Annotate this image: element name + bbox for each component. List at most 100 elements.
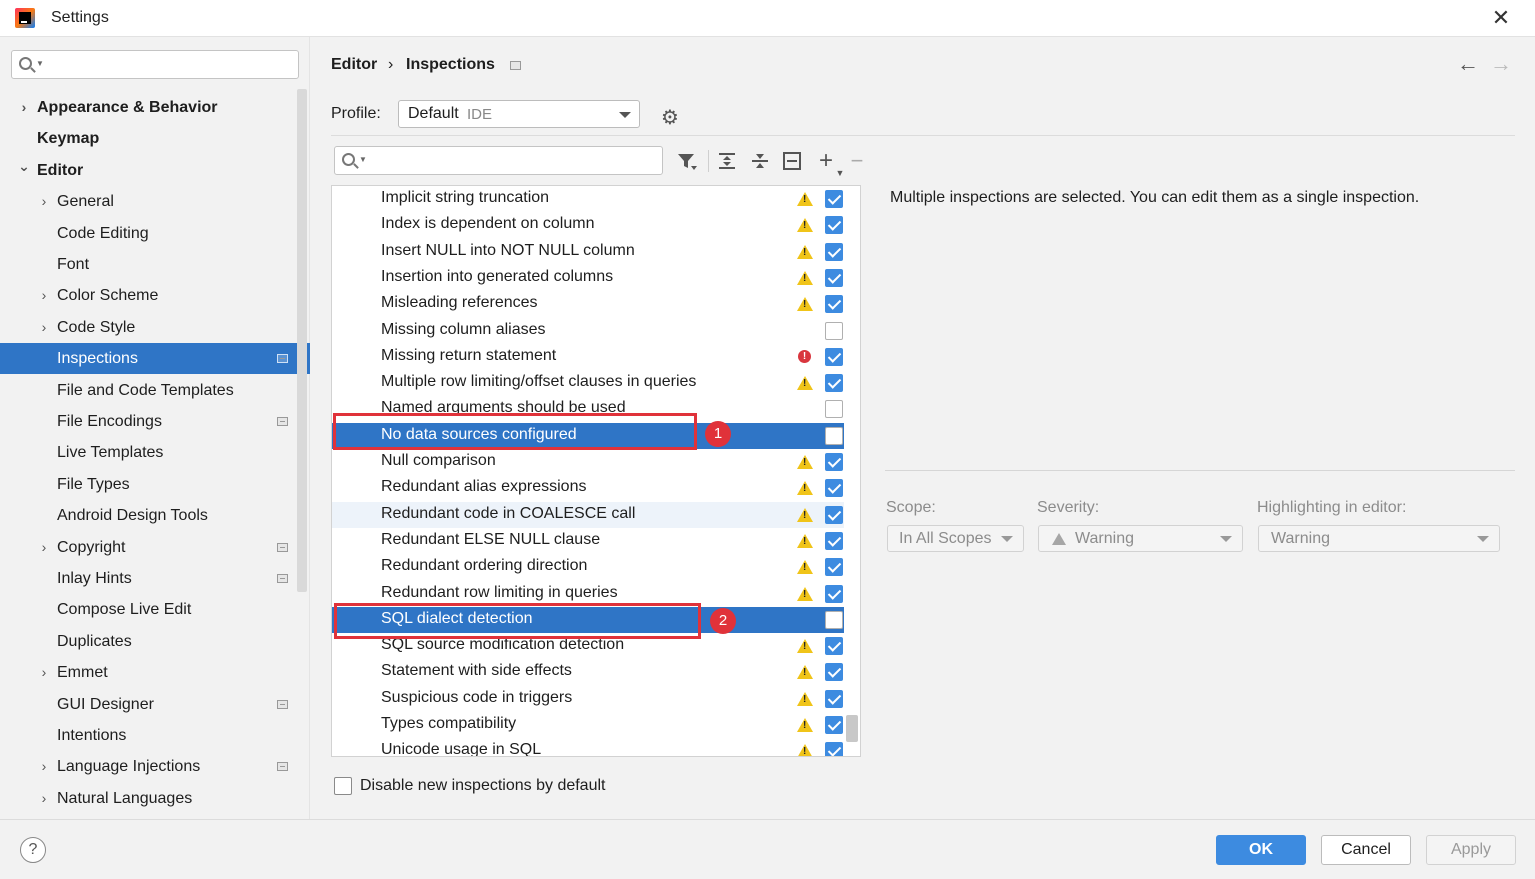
sidebar-item-appearance-behavior[interactable]: › Appearance & Behavior bbox=[0, 92, 310, 123]
cancel-button[interactable]: Cancel bbox=[1321, 835, 1411, 865]
sidebar-item-file-types[interactable]: File Types bbox=[0, 469, 310, 500]
inspection-row[interactable]: Index is dependent on column bbox=[332, 212, 844, 238]
breadcrumb-editor[interactable]: Editor bbox=[331, 56, 377, 74]
inspection-enabled-checkbox[interactable] bbox=[825, 347, 843, 366]
search-history-caret-icon[interactable]: ▼ bbox=[36, 59, 44, 68]
sidebar-item-code-editing[interactable]: Code Editing bbox=[0, 218, 310, 249]
sidebar-item-general[interactable]: › General bbox=[0, 186, 310, 217]
inspection-enabled-checkbox[interactable] bbox=[825, 531, 843, 550]
inspection-enabled-checkbox[interactable] bbox=[825, 268, 843, 287]
sidebar-item-emmet[interactable]: › Emmet bbox=[0, 657, 310, 688]
profile-dropdown[interactable]: Default IDE bbox=[398, 100, 640, 128]
filter-icon[interactable] bbox=[676, 150, 698, 172]
highlighting-dropdown[interactable]: Warning bbox=[1258, 525, 1500, 552]
chevron-right-icon[interactable]: › bbox=[38, 532, 50, 563]
severity-dropdown[interactable]: Warning bbox=[1038, 525, 1243, 552]
inspection-enabled-checkbox[interactable] bbox=[825, 190, 843, 208]
inspection-search-input[interactable]: ▼ bbox=[334, 146, 663, 175]
chevron-down-icon[interactable]: ⌄ bbox=[18, 151, 30, 182]
close-icon[interactable]: ✕ bbox=[1489, 6, 1513, 30]
apply-button[interactable]: Apply bbox=[1426, 835, 1516, 865]
chevron-right-icon[interactable]: › bbox=[38, 783, 50, 814]
warning-icon bbox=[797, 376, 813, 391]
chevron-right-icon[interactable]: › bbox=[38, 751, 50, 782]
inspection-enabled-checkbox[interactable] bbox=[825, 295, 843, 314]
sidebar-item-inlay-hints[interactable]: Inlay Hints bbox=[0, 563, 310, 594]
inspection-row[interactable]: Statement with side effects bbox=[332, 659, 844, 685]
inspection-enabled-checkbox[interactable] bbox=[825, 400, 843, 419]
ok-button[interactable]: OK bbox=[1216, 835, 1306, 865]
inspection-enabled-checkbox[interactable] bbox=[825, 374, 843, 393]
sidebar-item-compose-live-edit[interactable]: Compose Live Edit bbox=[0, 594, 310, 625]
sidebar-item-live-templates[interactable]: Live Templates bbox=[0, 437, 310, 468]
remove-icon[interactable]: − bbox=[846, 150, 868, 172]
inspection-enabled-checkbox[interactable] bbox=[825, 242, 843, 261]
inspection-row[interactable]: Redundant ordering direction bbox=[332, 554, 844, 580]
inspection-enabled-checkbox[interactable] bbox=[825, 321, 843, 340]
sidebar-scrollbar[interactable] bbox=[297, 89, 307, 592]
reset-icon[interactable] bbox=[781, 150, 803, 172]
inspection-row[interactable]: Implicit string truncation bbox=[332, 186, 844, 212]
sidebar-item-copyright[interactable]: › Copyright bbox=[0, 532, 310, 563]
sidebar-search-input[interactable]: ▼ bbox=[11, 50, 299, 79]
inspection-row[interactable]: Redundant ELSE NULL clause bbox=[332, 528, 844, 554]
sidebar-item-file-encodings[interactable]: File Encodings bbox=[0, 406, 310, 437]
collapse-all-icon[interactable] bbox=[749, 150, 771, 172]
inspection-enabled-checkbox[interactable] bbox=[825, 584, 843, 603]
inspection-enabled-checkbox[interactable] bbox=[825, 453, 843, 471]
sidebar-item-gui-designer[interactable]: GUI Designer bbox=[0, 689, 310, 720]
chevron-right-icon[interactable]: › bbox=[38, 657, 50, 688]
inspection-enabled-checkbox[interactable] bbox=[825, 637, 843, 656]
help-button[interactable]: ? bbox=[20, 837, 46, 863]
sidebar-item-color-scheme[interactable]: › Color Scheme bbox=[0, 280, 310, 311]
sidebar-item-intentions[interactable]: Intentions bbox=[0, 720, 310, 751]
inspection-row[interactable]: Suspicious code in triggers bbox=[332, 686, 844, 712]
inspection-enabled-checkbox[interactable] bbox=[825, 663, 843, 682]
inspection-enabled-checkbox[interactable] bbox=[825, 716, 843, 734]
chevron-right-icon[interactable]: › bbox=[38, 186, 50, 217]
sidebar-item-file-and-code-templates[interactable]: File and Code Templates bbox=[0, 375, 310, 406]
inspection-row[interactable]: Insertion into generated columns bbox=[332, 265, 844, 291]
sidebar-item-font[interactable]: Font bbox=[0, 249, 310, 280]
sidebar-item-natural-languages[interactable]: › Natural Languages bbox=[0, 783, 310, 814]
inspection-row[interactable]: Missing column aliases bbox=[332, 318, 844, 344]
inspection-row[interactable]: Null comparison bbox=[332, 449, 844, 475]
inspection-row[interactable]: Unicode usage in SQL bbox=[332, 738, 844, 756]
sidebar-item-android-design-tools[interactable]: Android Design Tools bbox=[0, 500, 310, 531]
sidebar-item-inspections[interactable]: Inspections bbox=[0, 343, 310, 375]
forward-arrow-icon[interactable]: → bbox=[1490, 51, 1512, 77]
sidebar-item-duplicates[interactable]: Duplicates bbox=[0, 626, 310, 657]
inspection-enabled-checkbox[interactable] bbox=[825, 558, 843, 577]
sidebar-item-language-injections[interactable]: › Language Injections bbox=[0, 751, 310, 782]
disable-new-inspections-checkbox[interactable] bbox=[334, 777, 352, 795]
chevron-right-icon[interactable]: › bbox=[18, 92, 30, 123]
inspection-row[interactable]: Misleading references bbox=[332, 291, 844, 317]
expand-all-icon[interactable] bbox=[716, 150, 738, 172]
splitter[interactable] bbox=[885, 470, 1515, 471]
disable-new-inspections-label[interactable]: Disable new inspections by default bbox=[360, 777, 605, 795]
inspection-enabled-checkbox[interactable] bbox=[825, 689, 843, 708]
sidebar-item-editor[interactable]: ⌄ Editor bbox=[0, 155, 310, 186]
inspection-enabled-checkbox[interactable] bbox=[825, 742, 843, 756]
sidebar-item-keymap[interactable]: Keymap bbox=[0, 123, 310, 154]
sidebar-item-code-style[interactable]: › Code Style bbox=[0, 312, 310, 343]
inspection-enabled-checkbox[interactable] bbox=[825, 216, 843, 235]
inspection-row[interactable]: Types compatibility bbox=[332, 712, 844, 738]
chevron-right-icon[interactable]: › bbox=[38, 280, 50, 311]
inspection-row[interactable]: Missing return statement! bbox=[332, 344, 844, 370]
inspection-row[interactable]: Redundant alias expressions bbox=[332, 475, 844, 501]
search-history-caret-icon[interactable]: ▼ bbox=[359, 155, 367, 164]
chevron-right-icon[interactable]: › bbox=[38, 312, 50, 343]
inspection-row[interactable]: Multiple row limiting/offset clauses in … bbox=[332, 370, 844, 396]
back-arrow-icon[interactable]: ← bbox=[1457, 51, 1479, 77]
inspection-row[interactable]: Insert NULL into NOT NULL column bbox=[332, 239, 844, 265]
inspections-list[interactable]: Unicode usage in SQL Types compatibility S… bbox=[331, 185, 861, 757]
scope-dropdown[interactable]: In All Scopes bbox=[887, 525, 1024, 552]
inspection-enabled-checkbox[interactable] bbox=[825, 505, 843, 524]
gear-icon[interactable]: ⚙ bbox=[661, 105, 679, 130]
inspection-row[interactable]: Redundant code in COALESCE call bbox=[332, 501, 844, 528]
list-scrollbar[interactable] bbox=[846, 715, 858, 742]
inspection-enabled-checkbox[interactable] bbox=[825, 479, 843, 498]
inspection-enabled-checkbox[interactable] bbox=[825, 426, 843, 445]
inspection-enabled-checkbox[interactable] bbox=[825, 610, 843, 629]
